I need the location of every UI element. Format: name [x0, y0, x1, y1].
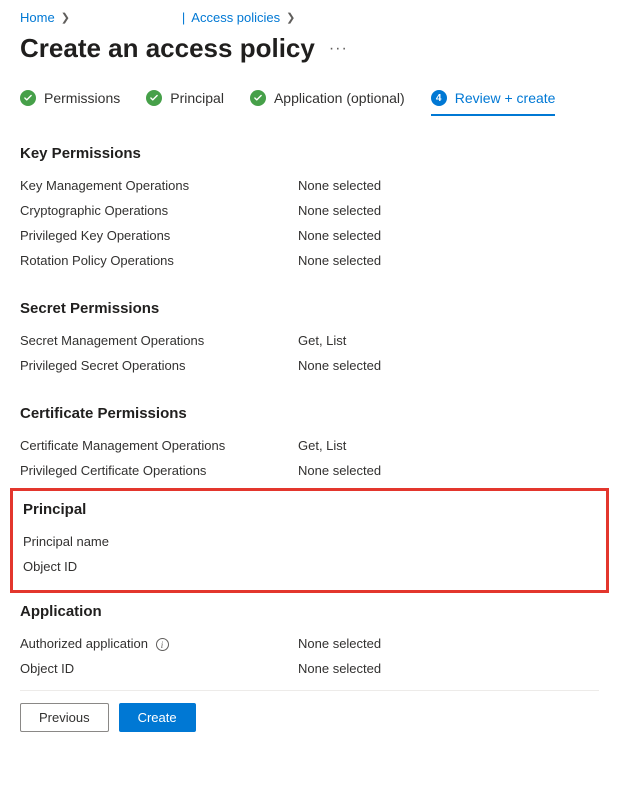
kv-row: Rotation Policy Operations None selected: [20, 253, 599, 268]
tab-principal[interactable]: Principal: [146, 90, 224, 116]
page-title-row: Create an access policy ···: [20, 33, 599, 64]
kv-label: Secret Management Operations: [20, 333, 298, 348]
previous-button[interactable]: Previous: [20, 703, 109, 732]
kv-row: Certificate Management Operations Get, L…: [20, 438, 599, 453]
info-icon[interactable]: i: [156, 638, 169, 651]
section-header-application: Application: [20, 603, 599, 620]
check-icon: [250, 90, 266, 106]
tab-label: Permissions: [44, 90, 120, 106]
kv-row: Object ID: [23, 559, 596, 574]
kv-value: None selected: [298, 253, 381, 268]
tab-bar: Permissions Principal Application (optio…: [20, 90, 599, 117]
kv-label: Rotation Policy Operations: [20, 253, 298, 268]
kv-value: None selected: [298, 661, 381, 676]
check-icon: [146, 90, 162, 106]
kv-label: Privileged Key Operations: [20, 228, 298, 243]
kv-label: Object ID: [20, 661, 298, 676]
kv-label: Object ID: [23, 559, 301, 574]
kv-label: Authorized application i: [20, 636, 298, 651]
kv-value: Get, List: [298, 438, 346, 453]
kv-label: Cryptographic Operations: [20, 203, 298, 218]
kv-value: None selected: [298, 228, 381, 243]
kv-row: Privileged Key Operations None selected: [20, 228, 599, 243]
tab-review-create[interactable]: 4 Review + create: [431, 90, 556, 116]
more-actions-button[interactable]: ···: [329, 40, 348, 58]
highlight-principal-box: Principal Principal name Object ID: [10, 488, 609, 593]
kv-label: Privileged Secret Operations: [20, 358, 298, 373]
kv-row: Privileged Certificate Operations None s…: [20, 463, 599, 478]
kv-value: None selected: [298, 358, 381, 373]
kv-value: Get, List: [298, 333, 346, 348]
chevron-right-icon: ❯: [286, 11, 295, 24]
check-icon: [20, 90, 36, 106]
section-header-secret-permissions: Secret Permissions: [20, 300, 599, 317]
kv-label: Key Management Operations: [20, 178, 298, 193]
kv-value: None selected: [298, 463, 381, 478]
section-header-key-permissions: Key Permissions: [20, 145, 599, 162]
kv-label: Certificate Management Operations: [20, 438, 298, 453]
breadcrumb-home[interactable]: Home: [20, 10, 55, 25]
tab-permissions[interactable]: Permissions: [20, 90, 120, 116]
kv-value: None selected: [298, 178, 381, 193]
kv-row: Key Management Operations None selected: [20, 178, 599, 193]
kv-value: None selected: [298, 203, 381, 218]
tab-application[interactable]: Application (optional): [250, 90, 405, 116]
tab-label: Review + create: [455, 90, 556, 106]
tab-label: Application (optional): [274, 90, 405, 106]
kv-row: Privileged Secret Operations None select…: [20, 358, 599, 373]
chevron-right-icon: ❯: [61, 11, 70, 24]
breadcrumb-divider: |: [182, 10, 185, 25]
kv-label: Privileged Certificate Operations: [20, 463, 298, 478]
breadcrumb: Home ❯ | Access policies ❯: [20, 10, 599, 25]
kv-label: Principal name: [23, 534, 301, 549]
section-header-certificate-permissions: Certificate Permissions: [20, 405, 599, 422]
create-button[interactable]: Create: [119, 703, 196, 732]
kv-value: None selected: [298, 636, 381, 651]
kv-row: Secret Management Operations Get, List: [20, 333, 599, 348]
tab-label: Principal: [170, 90, 224, 106]
footer: Previous Create: [20, 690, 599, 732]
section-header-principal: Principal: [23, 501, 596, 518]
breadcrumb-access-policies[interactable]: Access policies: [191, 10, 280, 25]
kv-row: Authorized application i None selected: [20, 636, 599, 651]
kv-row: Object ID None selected: [20, 661, 599, 676]
page-title: Create an access policy: [20, 33, 315, 64]
step-number-icon: 4: [431, 90, 447, 106]
kv-row: Principal name: [23, 534, 596, 549]
kv-row: Cryptographic Operations None selected: [20, 203, 599, 218]
